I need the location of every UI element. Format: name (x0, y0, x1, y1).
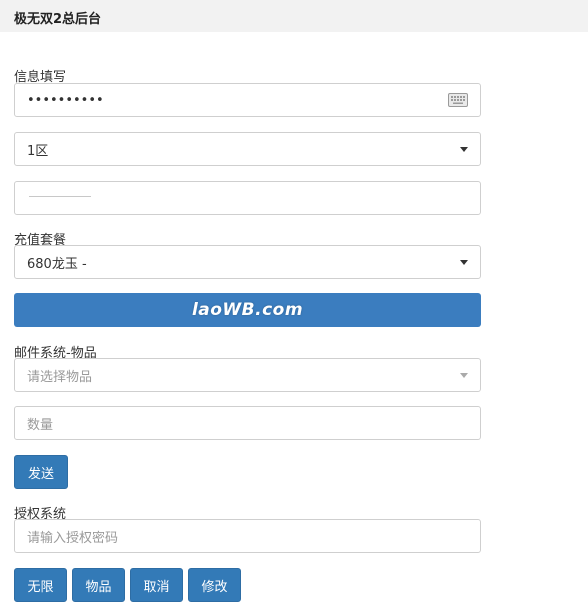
server-selected-value: 1区 (27, 143, 49, 159)
password-value: •••••••••• (27, 92, 104, 108)
chevron-down-icon (460, 259, 468, 265)
chevron-down-icon (460, 372, 468, 378)
auth-password-input[interactable]: 请输入授权密码 (14, 519, 481, 553)
unlimited-button[interactable]: 无限 (14, 568, 67, 602)
package-selected-value: 680龙玉 - (27, 256, 87, 272)
role-field[interactable] (14, 181, 481, 215)
app-title: 极无双2总后台 (14, 12, 102, 27)
obscured-text (29, 196, 91, 197)
password-field[interactable]: •••••••••• (14, 83, 481, 117)
modify-button[interactable]: 修改 (188, 568, 241, 602)
items-button[interactable]: 物品 (72, 568, 125, 602)
top-bar: 极无双2总后台 (0, 0, 588, 32)
recharge-submit-bar[interactable]: laoWB.com (14, 293, 481, 327)
package-select[interactable]: 680龙玉 - (14, 245, 481, 279)
quantity-placeholder: 数量 (27, 417, 54, 433)
keyboard-icon[interactable] (448, 93, 468, 107)
send-button[interactable]: 发送 (14, 455, 68, 489)
quantity-input[interactable]: 数量 (14, 406, 481, 440)
chevron-down-icon (460, 146, 468, 152)
cancel-button[interactable]: 取消 (130, 568, 183, 602)
watermark-text: laoWB.com (191, 300, 304, 320)
auth-password-placeholder: 请输入授权密码 (27, 530, 119, 546)
item-placeholder: 请选择物品 (27, 369, 93, 385)
item-select[interactable]: 请选择物品 (14, 358, 481, 392)
server-select[interactable]: 1区 (14, 132, 481, 166)
